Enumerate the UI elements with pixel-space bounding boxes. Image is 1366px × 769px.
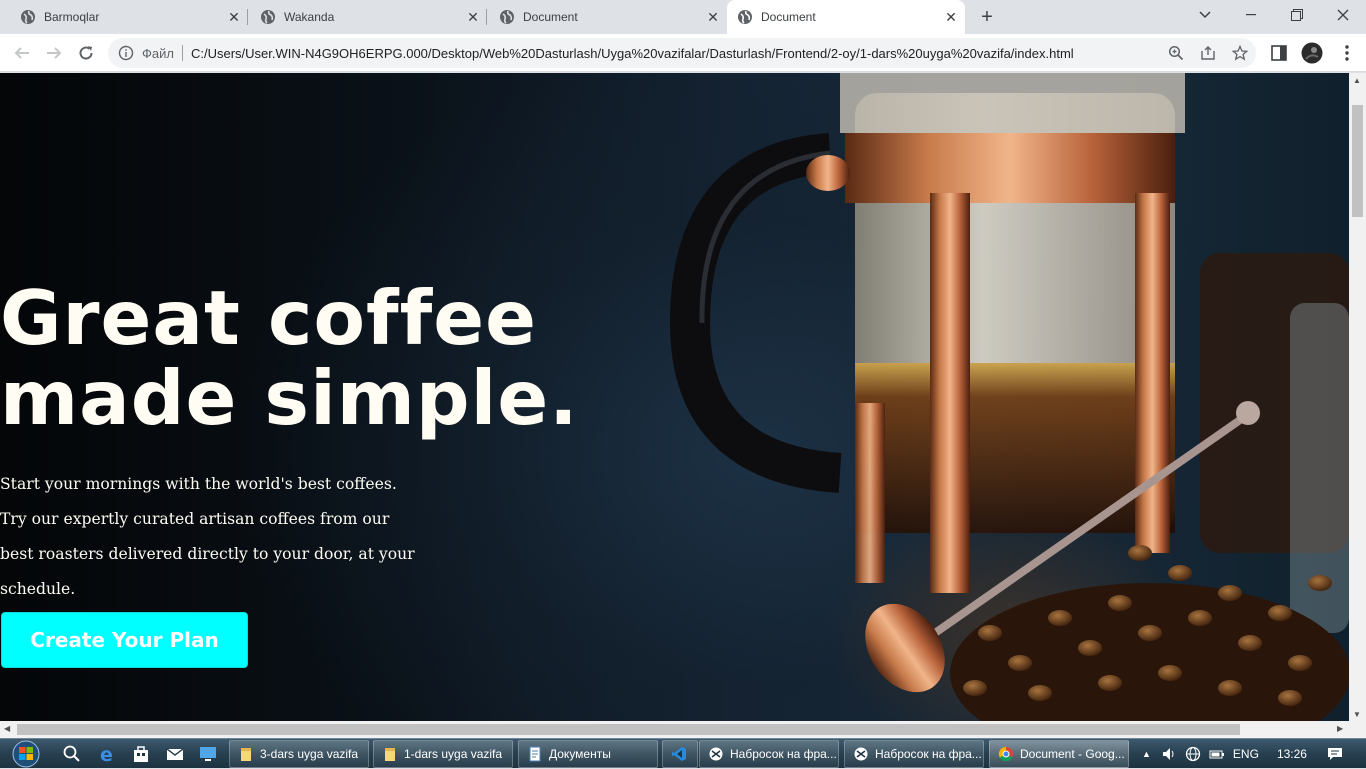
scroll-up-icon[interactable]: ▲ [1353, 76, 1361, 85]
vertical-scrollbar[interactable]: ▲ ▼ [1349, 73, 1366, 721]
vscode-icon [672, 747, 686, 761]
taskbar-item-chrome[interactable]: Document - Goog... [989, 740, 1129, 768]
restore-button[interactable] [1274, 0, 1320, 30]
battery-icon[interactable] [1209, 746, 1225, 762]
close-window-button[interactable] [1320, 0, 1366, 30]
chrome-icon [998, 746, 1013, 762]
scheme-label: Файл [142, 45, 174, 61]
restore-icon [1291, 9, 1303, 21]
tab-title: Document [523, 10, 578, 24]
taskbar-item-documents[interactable]: Документы [518, 740, 658, 768]
task-label: Набросок на фра... [730, 747, 837, 761]
tab-strip: Barmoqlar ✕ Wakanda ✕ Document ✕ Documen… [0, 0, 1366, 34]
minimize-button[interactable] [1228, 0, 1274, 30]
system-tray: ▲ ENG 13:26 [1142, 739, 1343, 769]
task-label: 1-dars uyga vazifa [404, 747, 503, 761]
hero-description: Start your mornings with the world's bes… [0, 475, 415, 598]
browser-toolbar: Файл C:/Users/User.WIN-N4G9OH6ERPG.000/D… [0, 34, 1366, 72]
start-button[interactable] [8, 739, 44, 769]
address-bar[interactable]: Файл C:/Users/User.WIN-N4G9OH6ERPG.000/D… [108, 38, 1256, 68]
arrow-left-icon [14, 47, 29, 59]
tab-title: Wakanda [284, 10, 335, 24]
minimize-icon [1246, 14, 1256, 16]
desktop-icon[interactable] [198, 744, 218, 764]
globe-icon [261, 10, 275, 24]
new-tab-button[interactable]: + [977, 7, 997, 27]
more-options-icon[interactable] [1338, 44, 1356, 62]
chevron-down-icon [1199, 11, 1211, 19]
address-divider [181, 45, 183, 61]
mail-icon[interactable] [165, 744, 185, 764]
tab-document[interactable]: Document ✕ [487, 0, 727, 34]
taskbar-item-snipping-1[interactable]: Набросок на фра... [699, 740, 839, 768]
star-icon[interactable] [1232, 45, 1248, 61]
volume-icon[interactable] [1161, 746, 1177, 762]
task-label: Документы [549, 747, 611, 761]
hero-title-line-1: Great coffee [0, 274, 537, 362]
tab-document-active[interactable]: Document ✕ [727, 0, 965, 34]
search-icon[interactable] [62, 744, 82, 764]
language-indicator[interactable]: ENG [1233, 747, 1259, 761]
back-button[interactable] [10, 41, 34, 65]
horizontal-scroll-thumb[interactable] [17, 724, 1240, 735]
page-viewport: Great coffee made simple. Start your mor… [0, 73, 1349, 721]
side-panel-icon[interactable] [1270, 44, 1288, 62]
close-icon[interactable]: ✕ [705, 9, 721, 25]
create-plan-button[interactable]: Create Your Plan [1, 612, 248, 668]
clock[interactable]: 13:26 [1277, 747, 1307, 761]
snipping-icon [854, 747, 868, 761]
hero-title-line-2: made simple. [0, 354, 579, 442]
taskbar-item-vscode[interactable] [662, 740, 698, 768]
close-icon[interactable]: ✕ [943, 9, 959, 25]
reload-button[interactable] [74, 41, 98, 65]
tab-wakanda[interactable]: Wakanda ✕ [248, 0, 487, 34]
forward-button[interactable] [42, 41, 66, 65]
globe-icon [500, 10, 514, 24]
url-text[interactable]: C:/Users/User.WIN-N4G9OH6ERPG.000/Deskto… [191, 46, 1074, 61]
windows-taskbar: e 3-dars uyga vazifa 1-dars uyga vazifa … [0, 738, 1366, 768]
task-label: Набросок на фра... [875, 747, 982, 761]
share-icon[interactable] [1200, 45, 1216, 61]
folder-icon [241, 748, 251, 761]
profile-avatar[interactable] [1301, 42, 1323, 64]
edge-icon[interactable]: e [98, 744, 118, 764]
notification-icon[interactable] [1327, 746, 1343, 762]
store-icon[interactable] [131, 744, 151, 764]
scroll-down-icon[interactable]: ▼ [1353, 710, 1361, 719]
tab-barmoqlar[interactable]: Barmoqlar ✕ [0, 0, 248, 34]
taskbar-item-folder-1-dars[interactable]: 1-dars uyga vazifa [373, 740, 513, 768]
close-icon [1337, 9, 1349, 21]
tab-search-button[interactable] [1182, 0, 1228, 30]
tray-expand-icon[interactable]: ▲ [1142, 749, 1151, 759]
globe-icon [21, 10, 35, 24]
zoom-icon[interactable] [1168, 45, 1184, 61]
document-icon [529, 746, 541, 762]
globe-icon [738, 10, 752, 24]
svg-text:e: e [100, 744, 113, 764]
tab-title: Document [761, 10, 816, 24]
arrow-right-icon [47, 47, 62, 59]
horizontal-scrollbar[interactable]: ◀ ▶ [0, 721, 1366, 738]
close-icon[interactable]: ✕ [465, 9, 481, 25]
scroll-right-icon[interactable]: ▶ [1337, 724, 1343, 733]
tab-title: Barmoqlar [44, 10, 100, 24]
taskbar-item-snipping-2[interactable]: Набросок на фра... [844, 740, 984, 768]
coffee-beans [950, 545, 1349, 721]
network-globe-icon[interactable] [1185, 746, 1201, 762]
task-label: 3-dars uyga vazifa [260, 747, 359, 761]
taskbar-item-folder-3-dars[interactable]: 3-dars uyga vazifa [229, 740, 369, 768]
info-icon[interactable] [118, 45, 134, 61]
close-icon[interactable]: ✕ [226, 9, 242, 25]
folder-icon [385, 748, 395, 761]
scroll-left-icon[interactable]: ◀ [4, 724, 10, 733]
snipping-icon [709, 747, 723, 761]
reload-icon [79, 46, 93, 60]
task-label: Document - Goog... [1020, 747, 1125, 761]
hero-title: Great coffee made simple. [0, 278, 640, 438]
vertical-scroll-thumb[interactable] [1352, 105, 1363, 217]
